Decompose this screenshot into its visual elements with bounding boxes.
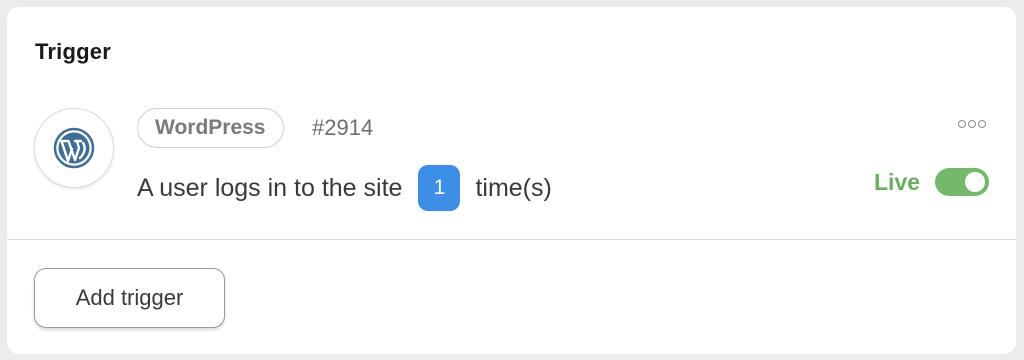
trigger-id: #2914 [312,115,374,140]
divider [7,239,1016,240]
live-status-label: Live [874,169,921,195]
trigger-description: A user logs in to the site 1 time(s) [137,165,552,211]
trigger-card: Trigger WordPress #2914 A user logs in t… [7,7,1016,354]
wordpress-logo-graphic [53,127,95,169]
trigger-row: WordPress #2914 A user logs in to the si… [7,7,1016,239]
more-dot [958,120,966,128]
more-dot [968,120,976,128]
app-tag[interactable]: WordPress [137,108,284,148]
more-dot [978,120,986,128]
live-toggle[interactable] [935,168,989,196]
more-options-icon[interactable] [958,120,986,128]
trigger-description-suffix: time(s) [475,173,552,202]
toggle-knob [965,172,985,192]
add-trigger-button[interactable]: Add trigger [34,268,225,328]
wordpress-icon [34,108,114,188]
count-pill[interactable]: 1 [418,165,461,211]
trigger-description-text: A user logs in to the site [137,173,403,202]
